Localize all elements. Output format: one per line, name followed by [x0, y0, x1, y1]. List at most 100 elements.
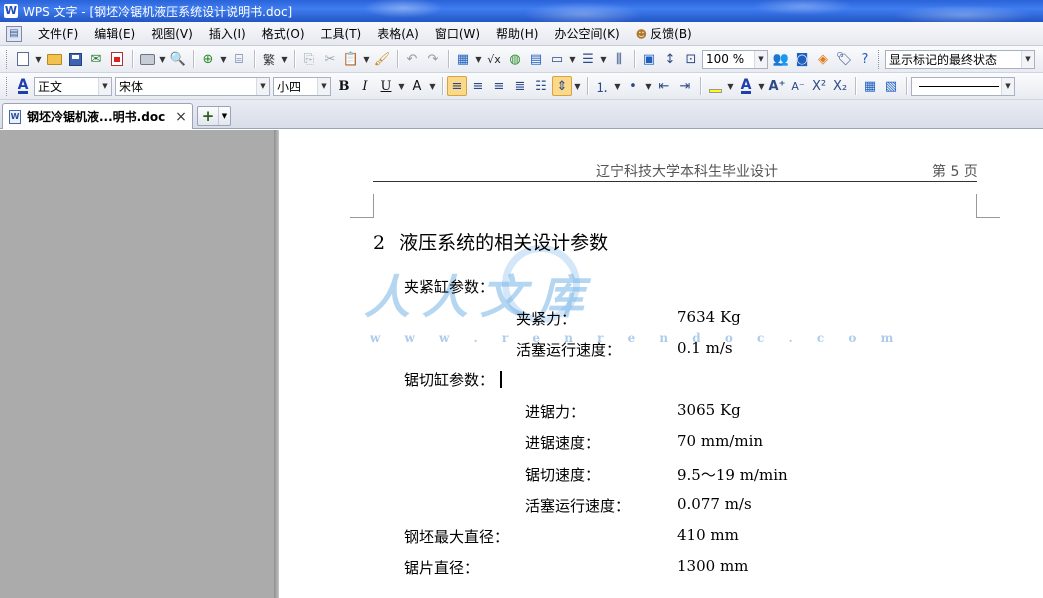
text-effect-dropdown-arrow[interactable]: ▼ [428, 76, 437, 96]
new-dropdown-arrow[interactable]: ▼ [34, 49, 43, 69]
insert-chart-button[interactable]: ◍ [505, 49, 525, 69]
redo-button[interactable]: ↷ [423, 49, 443, 69]
increase-indent-button[interactable]: ⇥ [675, 76, 695, 96]
help-button[interactable]: ? [855, 49, 875, 69]
line-style-dropdown-arrow[interactable]: ▼ [1001, 77, 1014, 95]
zoom-tool-button[interactable]: ⊡ [681, 49, 701, 69]
menu-edit[interactable]: 编辑(E) [86, 23, 143, 45]
numbering-button[interactable]: ⒈ [592, 76, 612, 96]
align-center-button[interactable]: ≡ [468, 76, 488, 96]
menu-insert[interactable]: 插入(I) [201, 23, 254, 45]
document-page[interactable]: 辽宁科技大学本科生毕业设计 第 5 页 人人文库 w w w . r e n r… [279, 130, 1043, 598]
new-document-button[interactable] [13, 49, 33, 69]
paste-button[interactable]: 📋 [341, 49, 361, 69]
open-button[interactable] [44, 49, 64, 69]
print-dropdown-arrow[interactable]: ▼ [158, 49, 167, 69]
shrink-font-button[interactable]: A⁻ [788, 76, 808, 96]
menu-feedback[interactable]: ☻ 反馈(B) [628, 23, 700, 45]
font-select[interactable]: 宋体 ▼ [115, 76, 270, 96]
font-size-select[interactable]: 小四 ▼ [273, 76, 331, 96]
export-pdf-button[interactable] [107, 49, 127, 69]
print-preview-button[interactable]: 🔍 [168, 49, 188, 69]
hyperlink-button[interactable]: ▤ [526, 49, 546, 69]
cut-button[interactable]: ✂ [320, 49, 340, 69]
grow-font-button[interactable]: A⁺ [767, 76, 787, 96]
document-menu-icon[interactable]: ▤ [6, 25, 22, 42]
distributed-align-button[interactable]: ☷ [531, 76, 551, 96]
show-hide-marks-button[interactable]: ↕ [660, 49, 680, 69]
outline-button[interactable]: ◙ [792, 49, 812, 69]
border-line-style-select[interactable]: ▼ [911, 76, 1015, 96]
format-marks-button[interactable]: ⌸ [229, 49, 249, 69]
track-changes-display-select[interactable]: 显示标记的最终状态 ▼ [885, 49, 1035, 69]
align-right-button[interactable]: ≡ [489, 76, 509, 96]
insert-object-button[interactable]: ⊕ [198, 49, 218, 69]
draw-table-button[interactable]: ⫼ [609, 49, 629, 69]
insert-text-box-button[interactable]: ▭ [547, 49, 567, 69]
copy-button[interactable]: ⎘ [299, 49, 319, 69]
print-button[interactable] [137, 49, 157, 69]
menu-view[interactable]: 视图(V) [143, 23, 201, 45]
shading-button[interactable]: ▧ [881, 76, 901, 96]
save-button[interactable] [65, 49, 85, 69]
insert-dropdown-arrow[interactable]: ▼ [219, 49, 228, 69]
text-effect-button[interactable]: A [407, 76, 427, 96]
table-dropdown-arrow[interactable]: ▼ [474, 49, 483, 69]
menu-table[interactable]: 表格(A) [369, 23, 427, 45]
line-spacing-button[interactable]: ⇕ [552, 76, 572, 96]
send-mail-button[interactable]: ✉ [86, 49, 106, 69]
new-tab-dropdown-arrow[interactable]: ▼ [218, 107, 230, 125]
paste-dropdown-arrow[interactable]: ▼ [362, 49, 371, 69]
bold-button[interactable]: B [334, 76, 354, 96]
zoom-dropdown-arrow[interactable]: ▼ [754, 50, 767, 68]
zoom-select[interactable]: 100 % ▼ [702, 49, 768, 69]
underline-button[interactable]: U [376, 76, 396, 96]
menu-window[interactable]: 窗口(W) [427, 23, 488, 45]
toolbar-grip[interactable] [6, 49, 9, 69]
subscript-button[interactable]: X₂ [830, 76, 850, 96]
menu-office-space[interactable]: 办公空间(K) [546, 23, 627, 45]
italic-button[interactable]: I [355, 76, 375, 96]
font-color-button[interactable]: A [736, 76, 756, 96]
traditional-chinese-button[interactable]: 繁 [259, 49, 279, 69]
track-changes-dropdown-arrow[interactable]: ▼ [1021, 50, 1034, 68]
style-select[interactable]: 正文 ▼ [34, 76, 112, 96]
line-spacing-dropdown-arrow[interactable]: ▼ [573, 76, 582, 96]
insert-table-button[interactable]: ▦ [453, 49, 473, 69]
format-painter-button[interactable]: 🖌 [372, 49, 392, 69]
plus-icon[interactable]: + [198, 107, 218, 125]
menu-format[interactable]: 格式(O) [254, 23, 313, 45]
bullets-dropdown-arrow[interactable]: ▼ [644, 76, 653, 96]
menu-file[interactable]: 文件(F) [30, 23, 86, 45]
toolbar-grip[interactable] [6, 76, 9, 96]
wps-app-icon[interactable]: W [4, 4, 18, 18]
style-dropdown-arrow[interactable]: ▼ [98, 77, 111, 95]
underline-dropdown-arrow[interactable]: ▼ [397, 76, 406, 96]
justify-button[interactable]: ≣ [510, 76, 530, 96]
document-workspace[interactable]: 辽宁科技大学本科生毕业设计 第 5 页 人人文库 w w w . r e n r… [0, 130, 1043, 598]
document-map-button[interactable]: ▣ [639, 49, 659, 69]
columns-button[interactable]: ☰ [578, 49, 598, 69]
convert-dropdown-arrow[interactable]: ▼ [280, 49, 289, 69]
bullets-button[interactable]: • [623, 76, 643, 96]
numbering-dropdown-arrow[interactable]: ▼ [613, 76, 622, 96]
document-tab[interactable]: W 钢坯冷锯机液...明书.doc × [2, 103, 193, 129]
highlight-dropdown-arrow[interactable]: ▼ [726, 76, 735, 96]
toolbar-grip[interactable] [878, 49, 881, 69]
skin-button[interactable]: 🏷 [834, 49, 854, 69]
font-dropdown-arrow[interactable]: ▼ [256, 77, 269, 95]
superscript-button[interactable]: X² [809, 76, 829, 96]
highlight-button[interactable] [705, 76, 725, 96]
textbox-dropdown-arrow[interactable]: ▼ [568, 49, 577, 69]
decrease-indent-button[interactable]: ⇤ [654, 76, 674, 96]
borders-button[interactable]: ▦ [860, 76, 880, 96]
undo-button[interactable]: ↶ [402, 49, 422, 69]
material-library-button[interactable]: ◈ [813, 49, 833, 69]
font-size-dropdown-arrow[interactable]: ▼ [317, 77, 330, 95]
find-button[interactable]: 👥 [771, 49, 791, 69]
styles-and-formatting-button[interactable]: A [13, 76, 33, 96]
close-tab-icon[interactable]: × [173, 109, 189, 125]
menu-help[interactable]: 帮助(H) [488, 23, 546, 45]
align-left-button[interactable]: ≡ [447, 76, 467, 96]
insert-formula-button[interactable]: √x [484, 49, 504, 69]
